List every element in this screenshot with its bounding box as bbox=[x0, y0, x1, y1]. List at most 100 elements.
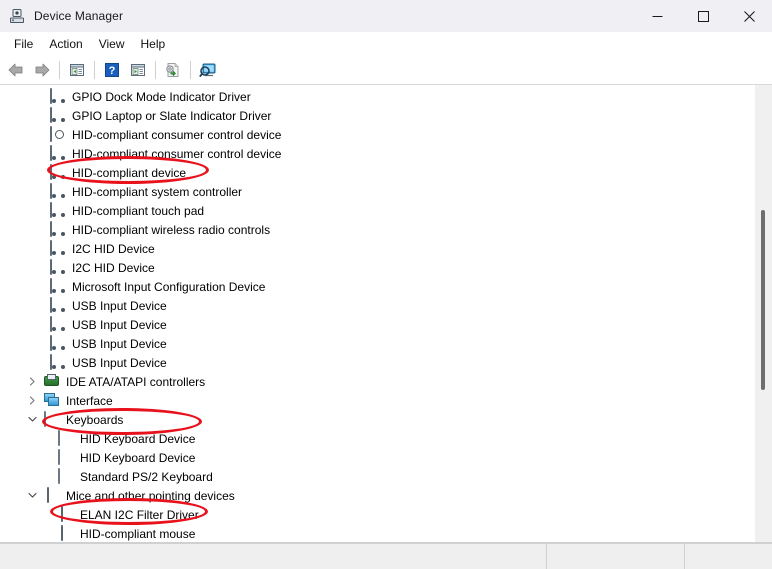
maximize-icon bbox=[697, 10, 709, 22]
hid-device-icon bbox=[50, 277, 66, 295]
tree-row-hid-compliant-mouse[interactable]: HID-compliant mouse bbox=[0, 524, 755, 543]
mouse-icon bbox=[58, 505, 74, 523]
status-pane-secondary bbox=[546, 544, 684, 569]
tree-row[interactable]: Microsoft Input Configuration Device bbox=[0, 277, 755, 296]
hid-device-icon bbox=[50, 201, 66, 219]
chevron-right-icon[interactable] bbox=[24, 393, 40, 409]
hid-device-icon bbox=[50, 239, 66, 257]
menu-file[interactable]: File bbox=[6, 34, 41, 54]
menu-action[interactable]: Action bbox=[41, 34, 90, 54]
hid-device-icon bbox=[50, 220, 66, 238]
tree-row[interactable]: HID-compliant touch pad bbox=[0, 201, 755, 220]
tree-row[interactable]: I2C HID Device bbox=[0, 239, 755, 258]
properties-button[interactable] bbox=[125, 58, 151, 82]
keyboard-icon bbox=[58, 448, 74, 466]
vertical-scrollbar[interactable] bbox=[755, 85, 772, 543]
window-controls bbox=[634, 0, 772, 32]
chevron-down-icon[interactable] bbox=[24, 412, 40, 428]
forward-button[interactable] bbox=[29, 58, 55, 82]
maximize-button[interactable] bbox=[680, 0, 726, 32]
tree-row[interactable]: USB Input Device bbox=[0, 315, 755, 334]
hid-device-icon bbox=[50, 258, 66, 276]
tree-row[interactable]: HID-compliant wireless radio controls bbox=[0, 220, 755, 239]
menu-help[interactable]: Help bbox=[133, 34, 174, 54]
tree-row[interactable]: ELAN I2C Filter Driver bbox=[0, 505, 755, 524]
tree-row-label: HID-compliant consumer control device bbox=[72, 127, 282, 142]
svg-text:?: ? bbox=[109, 65, 116, 77]
tree-row-label: HID-compliant device bbox=[72, 165, 187, 180]
tree-row[interactable]: HID-compliant system controller bbox=[0, 182, 755, 201]
hid-device-icon bbox=[50, 106, 66, 124]
help-icon: ? bbox=[105, 63, 119, 77]
status-bar bbox=[0, 543, 772, 569]
back-button[interactable] bbox=[3, 58, 29, 82]
tree-row-interface[interactable]: Interface bbox=[0, 391, 755, 410]
tree-row-label: Microsoft Input Configuration Device bbox=[72, 279, 266, 294]
window-title: Device Manager bbox=[34, 9, 124, 23]
tree-row-label: I2C HID Device bbox=[72, 260, 155, 275]
tree-row-label: Keyboards bbox=[66, 412, 124, 427]
scan-hardware-changes-button[interactable] bbox=[195, 58, 221, 82]
tree-row-label: HID Keyboard Device bbox=[80, 450, 196, 465]
scan-hardware-changes-icon bbox=[199, 63, 216, 78]
tree-row-ide-controllers[interactable]: IDE ATA/ATAPI controllers bbox=[0, 372, 755, 391]
tree-row[interactable]: Standard PS/2 Keyboard bbox=[0, 467, 755, 486]
tree-row[interactable]: HID-compliant consumer control device bbox=[0, 144, 755, 163]
device-tree[interactable]: GPIO Dock Mode Indicator Driver GPIO Lap… bbox=[0, 85, 755, 543]
tree-row[interactable]: GPIO Laptop or Slate Indicator Driver bbox=[0, 106, 755, 125]
update-driver-button[interactable] bbox=[160, 58, 186, 82]
tree-row[interactable]: HID-compliant consumer control device bbox=[0, 125, 755, 144]
tree-row-label: I2C HID Device bbox=[72, 241, 155, 256]
hid-device-icon bbox=[50, 353, 66, 371]
tree-row[interactable]: I2C HID Device bbox=[0, 258, 755, 277]
close-button[interactable] bbox=[726, 0, 772, 32]
tree-row-label: HID-compliant system controller bbox=[72, 184, 243, 199]
minimize-button[interactable] bbox=[634, 0, 680, 32]
status-pane-main bbox=[0, 544, 546, 569]
interface-icon bbox=[44, 393, 60, 409]
hid-device-icon bbox=[50, 144, 66, 162]
tree-row-label: USB Input Device bbox=[72, 317, 167, 332]
tree-row-label: Mice and other pointing devices bbox=[66, 488, 235, 503]
mouse-icon bbox=[44, 486, 60, 504]
toolbar-separator-1 bbox=[59, 61, 60, 79]
help-button[interactable]: ? bbox=[99, 58, 125, 82]
scrollbar-thumb[interactable] bbox=[761, 210, 765, 390]
tree-row-keyboards[interactable]: Keyboards bbox=[0, 410, 755, 429]
tree-row-label: Standard PS/2 Keyboard bbox=[80, 469, 213, 484]
hid-device-icon bbox=[50, 182, 66, 200]
status-pane-tertiary bbox=[684, 544, 772, 569]
tree-row[interactable]: GPIO Dock Mode Indicator Driver bbox=[0, 87, 755, 106]
title-bar: Device Manager bbox=[0, 0, 772, 32]
content-bottom-divider bbox=[0, 542, 772, 543]
keyboard-icon bbox=[58, 467, 74, 485]
toolbar: ? bbox=[0, 56, 772, 85]
minimize-icon bbox=[652, 15, 662, 17]
back-icon bbox=[8, 63, 23, 77]
tree-row[interactable]: HID Keyboard Device bbox=[0, 448, 755, 467]
device-manager-icon bbox=[9, 8, 25, 24]
hid-device-icon bbox=[50, 334, 66, 352]
tree-row[interactable]: USB Input Device bbox=[0, 353, 755, 372]
tree-row-label: USB Input Device bbox=[72, 298, 167, 313]
tree-row-label: HID-compliant touch pad bbox=[72, 203, 205, 218]
chevron-down-icon[interactable] bbox=[24, 488, 40, 504]
tree-row[interactable]: USB Input Device bbox=[0, 296, 755, 315]
chevron-right-icon[interactable] bbox=[24, 374, 40, 390]
menu-view[interactable]: View bbox=[91, 34, 133, 54]
toolbar-separator-3 bbox=[155, 61, 156, 79]
show-hide-console-tree-button[interactable] bbox=[64, 58, 90, 82]
tree-row[interactable]: USB Input Device bbox=[0, 334, 755, 353]
tree-row-hid-keyboard-device[interactable]: HID Keyboard Device bbox=[0, 429, 755, 448]
tree-row-label: USB Input Device bbox=[72, 355, 167, 370]
show-hide-console-tree-icon bbox=[70, 64, 84, 76]
tree-row-mice-and-pointing-devices[interactable]: Mice and other pointing devices bbox=[0, 486, 755, 505]
tree-row-label: HID-compliant consumer control device bbox=[72, 146, 282, 161]
update-driver-icon bbox=[166, 63, 179, 77]
keyboard-icon bbox=[58, 429, 74, 447]
close-icon bbox=[743, 10, 755, 22]
tree-row-hid-compliant-device[interactable]: HID-compliant device bbox=[0, 163, 755, 182]
tree-row-label: HID Keyboard Device bbox=[80, 431, 196, 446]
properties-icon bbox=[131, 64, 145, 76]
hid-device-icon bbox=[50, 315, 66, 333]
